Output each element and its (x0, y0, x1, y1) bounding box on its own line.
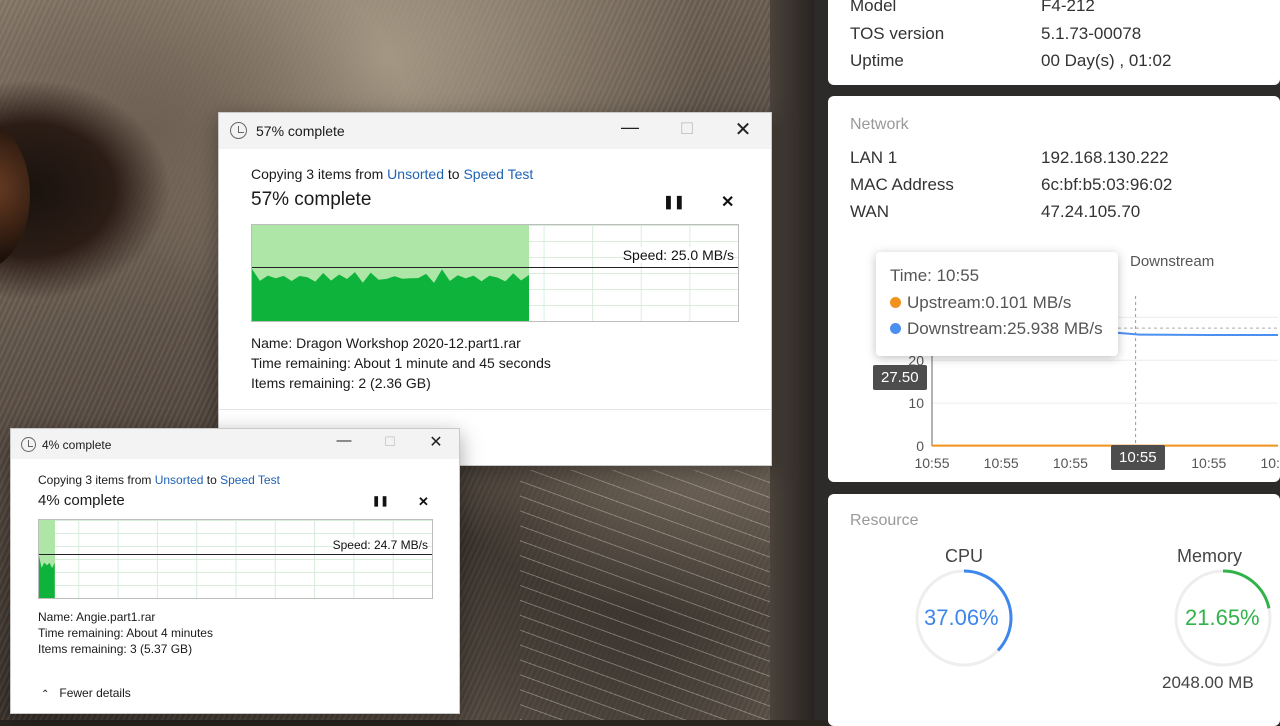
destination-link[interactable]: Speed Test (220, 473, 280, 487)
titlebar: 57% complete — ☐ ✕ (219, 113, 771, 149)
source-link[interactable]: Unsorted (387, 166, 444, 182)
memory-value: 21.65% (1185, 605, 1260, 630)
copy-summary: Copying 3 items from Unsorted to Speed T… (38, 473, 280, 487)
chart-tooltip: Time: 10:55 Upstream:0.101 MB/s Downstre… (876, 252, 1118, 356)
maximize-icon[interactable]: ☐ (672, 119, 702, 139)
speed-history (39, 556, 55, 598)
y-axis-pointer-badge: 27.50 (873, 365, 927, 390)
nas-dashboard: Model F4-212 TOS version 5.1.73-00078 Upti… (814, 0, 1280, 726)
window-title: 4% complete (42, 438, 112, 452)
window-title: 57% complete (256, 123, 345, 139)
progress-heading: 57% complete (251, 189, 372, 210)
tos-version-row: TOS version 5.1.73-00078 (850, 24, 1142, 43)
x-tick-label: 10:55 (1191, 455, 1226, 471)
items-remaining: Items remaining: 3 (5.37 GB) (38, 642, 193, 656)
cancel-copy-icon[interactable]: ✕ (721, 192, 734, 212)
time-remaining: Time remaining: About 1 minute and 45 se… (251, 355, 551, 371)
cpu-value: 37.06% (924, 605, 999, 630)
resource-title: Resource (850, 512, 919, 529)
pause-icon[interactable]: ❚❚ (663, 194, 685, 210)
upstream-dot-icon (890, 297, 901, 308)
progress-heading: 4% complete (38, 492, 125, 509)
file-name: Name: Dragon Workshop 2020-12.part1.rar (251, 335, 521, 351)
close-icon[interactable]: ✕ (728, 117, 758, 142)
copy-dialog-small: 4% complete — ☐ ✕ Copying 3 items from U… (10, 428, 460, 714)
minimize-icon[interactable]: — (331, 432, 357, 449)
device-info-card: Model F4-212 TOS version 5.1.73-00078 Upti… (828, 0, 1280, 85)
x-tick-label: 10:55 (1053, 455, 1088, 471)
clock-icon (230, 122, 247, 139)
current-speed-line (252, 267, 738, 268)
model-row: Model F4-212 (850, 0, 1095, 15)
copy-dialog-large: 57% complete — ☐ ✕ Copying 3 items from … (218, 112, 772, 466)
downstream-dot-icon (890, 323, 901, 334)
minimize-icon[interactable]: — (615, 117, 645, 138)
maximize-icon[interactable]: ☐ (377, 434, 403, 450)
close-icon[interactable]: ✕ (423, 432, 449, 452)
titlebar: 4% complete — ☐ ✕ (11, 429, 459, 459)
pug-eye (0, 120, 30, 270)
cancel-copy-icon[interactable]: ✕ (418, 494, 429, 510)
x-tick-label: 10:55 (914, 455, 949, 471)
memory-total: 2048.00 MB (1162, 673, 1254, 692)
file-name: Name: Angie.part1.rar (38, 610, 156, 624)
tooltip-time: Time: 10:55 (890, 266, 980, 285)
clock-icon (21, 437, 36, 452)
source-link[interactable]: Unsorted (155, 473, 204, 487)
items-remaining: Items remaining: 2 (2.36 GB) (251, 375, 431, 391)
cpu-label: CPU (945, 546, 984, 566)
current-speed-line (39, 554, 432, 555)
y-tick-label: 10 (908, 395, 924, 411)
speed-graph: Speed: 25.0 MB/s (251, 224, 739, 322)
uptime-row: Uptime 00 Day(s) , 01:02 (850, 51, 1172, 70)
memory-label: Memory (1177, 546, 1243, 566)
speed-label: Speed: 25.0 MB/s (622, 247, 734, 263)
speed-label: Speed: 24.7 MB/s (332, 538, 428, 552)
copy-summary: Copying 3 items from Unsorted to Speed T… (251, 166, 534, 182)
network-card: Network LAN 1 192.168.130.222 MAC Address… (828, 96, 1280, 482)
chevron-up-icon: ⌃ (41, 689, 50, 700)
speed-graph: Speed: 24.7 MB/s (38, 519, 433, 599)
x-axis-pointer-badge: 10:55 (1111, 445, 1165, 470)
tooltip-downstream: Downstream:25.938 MB/s (890, 319, 1103, 339)
fewer-details-button[interactable]: ⌃ Fewer details (41, 686, 131, 700)
x-tick-label: 10:55 (1260, 455, 1280, 471)
speed-history (252, 269, 530, 321)
time-remaining: Time remaining: About 4 minutes (38, 626, 213, 640)
divider (219, 409, 771, 410)
y-tick-label: 0 (916, 438, 924, 454)
destination-link[interactable]: Speed Test (463, 166, 533, 182)
tooltip-upstream: Upstream:0.101 MB/s (890, 293, 1071, 313)
pause-icon[interactable]: ❚❚ (372, 496, 389, 507)
resource-card: Resource CPU 37.06% Memory 21.65% 2048.0… (828, 494, 1280, 726)
x-tick-label: 10:55 (984, 455, 1019, 471)
